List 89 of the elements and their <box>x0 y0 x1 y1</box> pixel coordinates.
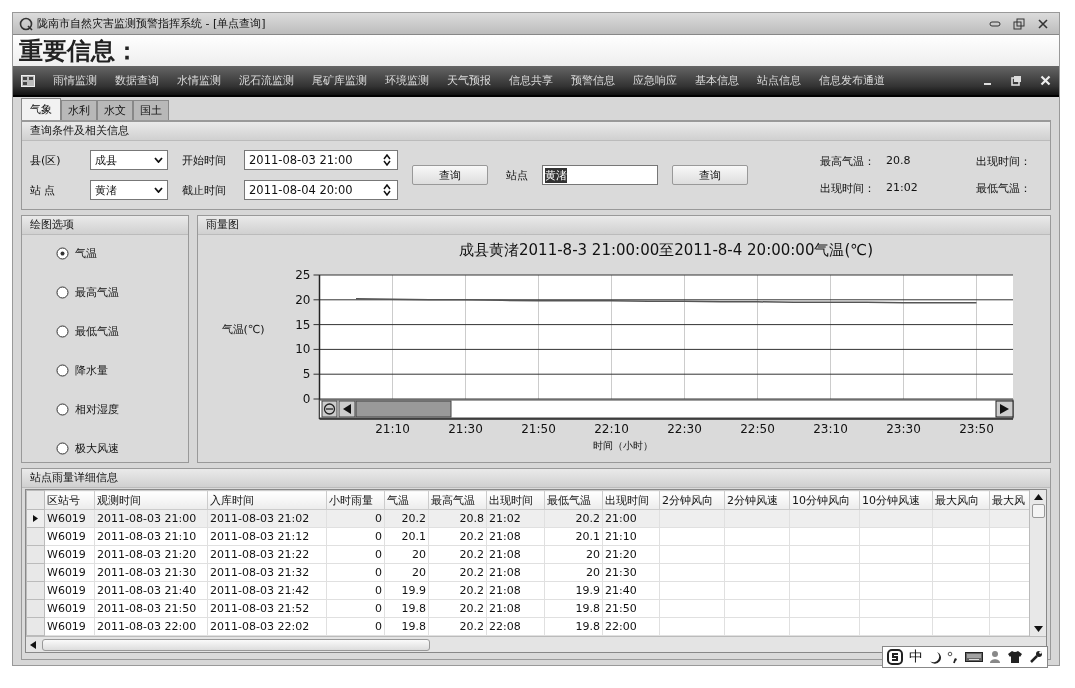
x-tick-label: 21:30 <box>448 422 483 436</box>
table-cell: 2011-08-03 21:22 <box>207 545 327 564</box>
table-cell: W6019 <box>44 527 95 546</box>
table-cell: 0 <box>326 599 385 618</box>
station-label: 站 点 <box>30 182 57 198</box>
x-tick-label: 21:10 <box>375 422 410 436</box>
table-cell: 21:08 <box>486 545 545 564</box>
chart-title: 成县黄渚2011-8-3 21:00:00至2011-8-4 20:00:00气温(℃) <box>459 241 873 259</box>
x-tick-label: 23:50 <box>959 422 994 436</box>
y-tick-label: 25 <box>295 268 311 282</box>
y-tick-label: 0 <box>302 392 311 406</box>
table-cell: 21:30 <box>602 563 660 582</box>
table-cell: 20.2 <box>428 581 487 600</box>
table-cell: 20.2 <box>428 527 487 546</box>
table-cell: 19.9 <box>384 581 429 600</box>
table-cell: 21:10 <box>602 527 660 546</box>
table-cell: 0 <box>326 527 385 546</box>
stat-label: 出现时间： <box>976 154 1032 169</box>
stat-label: 最低气温： <box>976 181 1032 196</box>
table-cell: 21:08 <box>486 581 545 600</box>
table-cell: 19.9 <box>544 581 603 600</box>
table-cell: 20.1 <box>384 527 429 546</box>
table-cell: 2011-08-03 21:50 <box>94 599 208 618</box>
x-tick-label: 21:50 <box>521 422 556 436</box>
table-cell: 2011-08-03 21:32 <box>207 563 327 582</box>
county-label: 县(区) <box>30 152 62 168</box>
table-cell: 22:08 <box>486 617 545 636</box>
table-cell: 21:08 <box>486 563 545 582</box>
table-cell: 21:08 <box>486 599 545 618</box>
stat-value: 21:02 <box>886 181 918 194</box>
stat-label: 出现时间： <box>820 181 876 196</box>
table-cell: W6019 <box>44 563 95 582</box>
table-cell: 22:00 <box>602 617 660 636</box>
table-cell: 0 <box>326 617 385 636</box>
table-cell: 2011-08-03 21:10 <box>94 527 208 546</box>
x-axis-label: 时间（小时） <box>593 440 653 451</box>
table-cell: 19.8 <box>384 599 429 618</box>
x-tick-label: 23:30 <box>886 422 921 436</box>
table-cell: 20.2 <box>428 599 487 618</box>
y-axis-label: 气温(℃) <box>221 323 265 336</box>
end-time-label: 截止时间 <box>182 182 227 198</box>
station-search-label: 站点 <box>506 167 528 183</box>
x-tick-label: 22:30 <box>667 422 702 436</box>
table-cell: 2011-08-03 21:20 <box>94 545 208 564</box>
table-cell: 20.2 <box>428 617 487 636</box>
table-cell: 2011-08-03 21:30 <box>94 563 208 582</box>
table-cell: 19.8 <box>384 617 429 636</box>
table-cell: W6019 <box>44 617 95 636</box>
table-cell: 0 <box>326 581 385 600</box>
table-cell: 2011-08-03 21:40 <box>94 581 208 600</box>
panel-title: 绘图选项 <box>30 218 74 232</box>
panel-title: 雨量图 <box>206 218 239 232</box>
table-cell: 21:08 <box>486 527 545 546</box>
table-cell: W6019 <box>44 581 95 600</box>
table-cell: 20 <box>544 545 603 564</box>
x-tick-label: 22:50 <box>740 422 775 436</box>
table-cell: 19.8 <box>544 617 603 636</box>
table-cell: 20.1 <box>544 527 603 546</box>
table-cell: W6019 <box>44 599 95 618</box>
window-title: 陇南市自然灾害监测预警指挥系统 - [单点查询] <box>37 16 266 31</box>
stat-value: 20.8 <box>886 154 911 167</box>
table-cell: 20.2 <box>428 563 487 582</box>
table-cell: 20 <box>384 545 429 564</box>
table-cell: 20 <box>544 563 603 582</box>
x-tick-label: 23:10 <box>813 422 848 436</box>
table-cell: W6019 <box>44 545 95 564</box>
table-cell: 21:50 <box>602 599 660 618</box>
table-cell: 2011-08-03 21:52 <box>207 599 327 618</box>
y-tick-label: 20 <box>295 292 311 307</box>
table-cell: 20.2 <box>428 545 487 564</box>
banner-title: 重要信息： <box>19 34 139 67</box>
table-cell: 0 <box>326 545 385 564</box>
table-cell: 2011-08-03 22:00 <box>94 617 208 636</box>
stat-label: 最高气温： <box>820 154 876 169</box>
table-cell: 20 <box>384 563 429 582</box>
table-cell: 2011-08-03 22:02 <box>207 617 327 636</box>
x-tick-label: 22:10 <box>594 422 629 436</box>
table-cell: 0 <box>326 563 385 582</box>
y-tick-label: 10 <box>295 342 311 357</box>
start-time-label: 开始时间 <box>182 152 227 168</box>
panel-title: 站点雨量详细信息 <box>30 471 118 485</box>
table-cell: 21:20 <box>602 545 660 564</box>
y-tick-label: 5 <box>302 367 311 382</box>
panel-title: 查询条件及相关信息 <box>30 124 129 138</box>
table-cell: 2011-08-03 21:12 <box>207 527 327 546</box>
y-tick-label: 15 <box>295 317 311 332</box>
table-cell: 21:40 <box>602 581 660 600</box>
table-cell: 19.8 <box>544 599 603 618</box>
table-cell: 2011-08-03 21:42 <box>207 581 327 600</box>
